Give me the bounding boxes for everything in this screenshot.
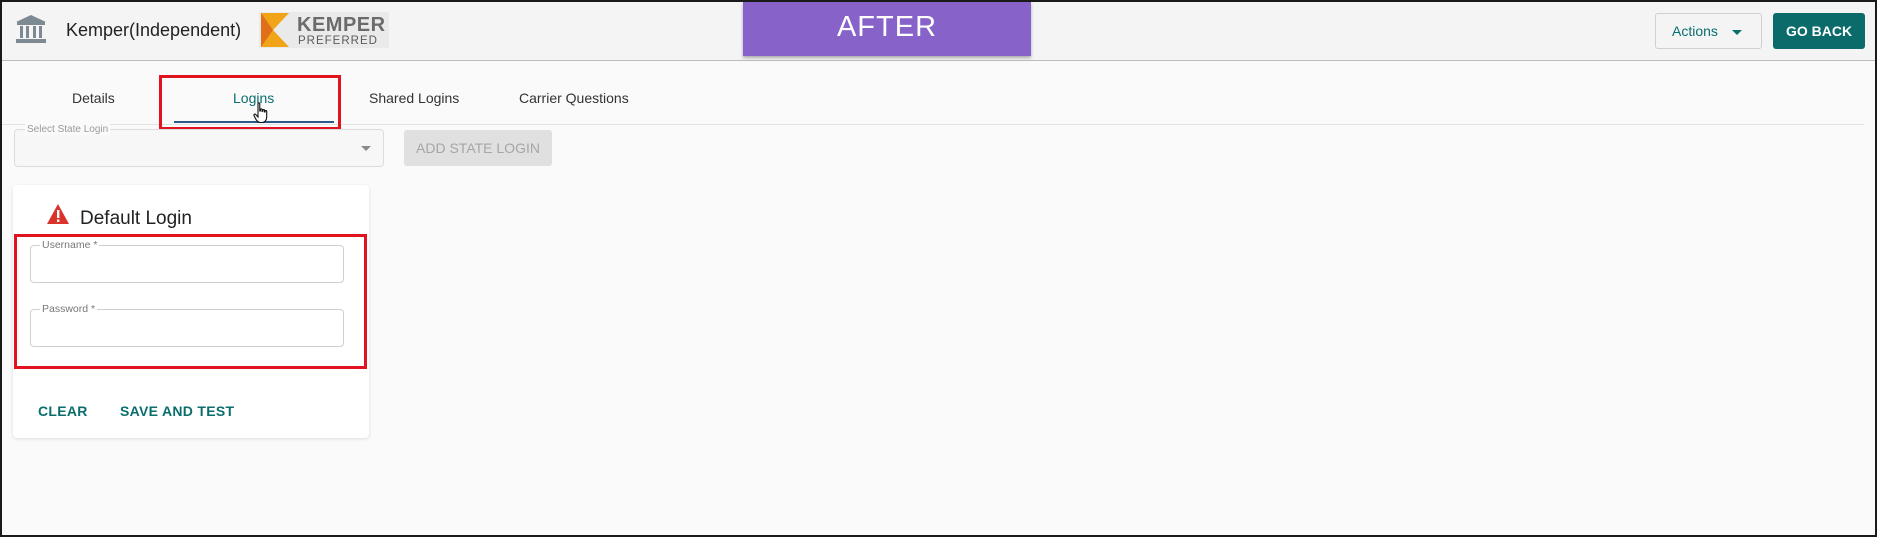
clear-button[interactable]: CLEAR: [38, 403, 88, 419]
select-state-login[interactable]: Select State Login: [14, 124, 384, 167]
password-field[interactable]: Password *: [30, 303, 344, 347]
add-state-login-button[interactable]: ADD STATE LOGIN: [404, 130, 552, 166]
app-window: Kemper(Independent) KEMPER PREFERRED AFT…: [0, 0, 1877, 537]
warning-icon: [46, 203, 70, 225]
top-bar: Kemper(Independent) KEMPER PREFERRED AFT…: [2, 2, 1875, 61]
tab-shared-logins[interactable]: Shared Logins: [369, 90, 459, 106]
save-and-test-button[interactable]: SAVE AND TEST: [120, 403, 234, 419]
logo-sub: PREFERRED: [298, 35, 378, 47]
bank-icon[interactable]: [15, 14, 47, 44]
logo-word: KEMPER: [297, 14, 386, 36]
chevron-down-icon: [361, 146, 371, 151]
after-banner: AFTER: [743, 2, 1031, 56]
card-title: Default Login: [80, 208, 192, 229]
select-state-login-label: Select State Login: [25, 124, 111, 135]
hand-cursor-icon: [253, 102, 269, 124]
kemper-logo-mark: [261, 13, 289, 47]
username-field[interactable]: Username *: [30, 239, 344, 283]
password-input[interactable]: [31, 310, 343, 346]
go-back-button[interactable]: GO BACK: [1773, 13, 1865, 49]
highlight-box-logins-tab: [159, 75, 341, 130]
chevron-down-icon: [1732, 30, 1742, 35]
tab-carrier-questions[interactable]: Carrier Questions: [519, 90, 629, 106]
username-input[interactable]: [31, 246, 343, 282]
actions-button[interactable]: Actions: [1655, 13, 1762, 49]
tab-details[interactable]: Details: [72, 90, 115, 106]
kemper-logo: KEMPER PREFERRED: [259, 12, 389, 48]
actions-label: Actions: [1672, 23, 1718, 39]
agency-name: Kemper(Independent): [66, 20, 242, 40]
